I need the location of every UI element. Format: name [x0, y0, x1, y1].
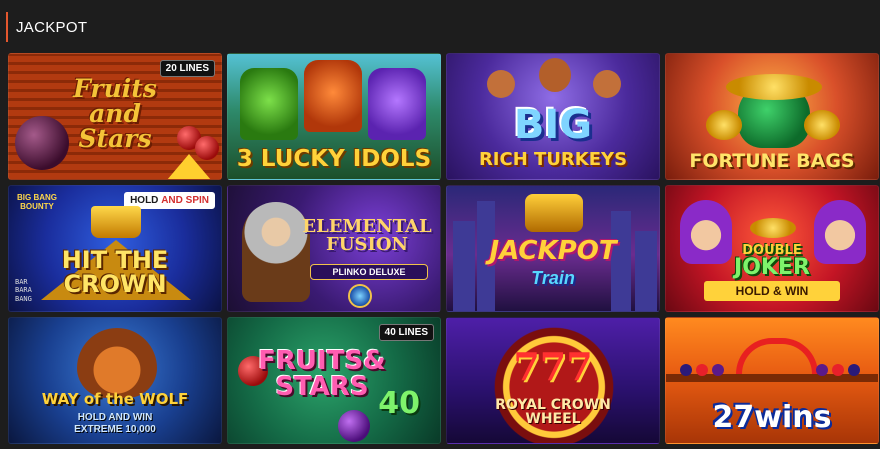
fruit-art: [848, 364, 860, 376]
game-title: RICH TURKEYS: [478, 149, 628, 170]
game-title: FORTUNE BAGS: [689, 150, 855, 172]
fruit-art: [680, 364, 692, 376]
game-subtitle: Train: [531, 268, 575, 288]
wolf-art: [77, 328, 157, 398]
game-title: HIT THE CROWN: [61, 246, 169, 298]
game-title: WAY of the WOLF: [41, 390, 189, 408]
building-art: [453, 221, 475, 311]
game-tile-way-of-the-wolf[interactable]: WAY of the WOLF HOLD AND WIN EXTREME 10,…: [8, 317, 222, 444]
game-tile-fruits-and-stars[interactable]: 20 LINES Fruits and Stars: [8, 53, 222, 180]
sevens-art: 777: [513, 344, 593, 389]
coins-art: [726, 74, 822, 100]
fruit-art: [816, 364, 828, 376]
coins-art: [750, 218, 796, 238]
game-title: JACKPOT: [489, 236, 617, 266]
fruit-art: [696, 364, 708, 376]
plinko-deluxe-label: PLINKO DELUXE: [310, 264, 428, 280]
fruit-art: [832, 364, 844, 376]
game-tile-3-lucky-idols[interactable]: 3 LUCKY IDOLS: [227, 53, 441, 180]
orange-idol-art: [304, 60, 362, 132]
game-tile-fortune-bags[interactable]: FORTUNE BAGS: [665, 53, 879, 180]
game-tile-double-joker[interactable]: DOUBLE JOKER HOLD & WIN: [665, 185, 879, 312]
game-tile-fruits-and-stars-40[interactable]: 40 LINES FRUITS& STARS 40: [227, 317, 441, 444]
bar-bang-logo: BAR BARA BANG: [15, 277, 32, 303]
star-art: [167, 154, 211, 179]
purple-idol-art: [368, 68, 426, 140]
game-title-number: 40: [378, 386, 420, 421]
game-title: ROYAL CROWN WHEEL: [495, 397, 611, 427]
lines-badge: 20 LINES: [159, 60, 215, 77]
game-tile-royal-crown-wheel[interactable]: 777 ROYAL CROWN WHEEL: [446, 317, 660, 444]
green-idol-art: [240, 68, 298, 140]
game-tile-elemental-fusion[interactable]: ELEMENTAL FUSION PLINKO DELUXE: [227, 185, 441, 312]
game-subtitle: HOLD AND WIN EXTREME 10,000: [74, 412, 156, 435]
section-header: JACKPOT: [6, 12, 87, 42]
game-title: 27wins: [712, 400, 832, 435]
game-tile-hit-the-crown[interactable]: HOLD AND SPIN BIG BANG BOUNTY HIT THE CR…: [8, 185, 222, 312]
grape-art: [338, 410, 370, 442]
game-title: 3 LUCKY IDOLS: [236, 146, 432, 172]
game-title-big: BIG: [513, 102, 593, 148]
coins-art: [804, 110, 840, 140]
fruit-art: [712, 364, 724, 376]
train-art: [525, 194, 583, 232]
game-tile-big-rich-turkeys[interactable]: BIG RICH TURKEYS: [446, 53, 660, 180]
coins-art: [706, 110, 742, 140]
game-tile-27-wins[interactable]: 27wins: [665, 317, 879, 444]
lines-badge: 40 LINES: [378, 324, 434, 341]
section-title: JACKPOT: [16, 18, 88, 36]
game-tile-jackpot-train[interactable]: JACKPOT Train: [446, 185, 660, 312]
gem-art: [348, 284, 372, 308]
turkey-art: [539, 58, 571, 92]
game-title: Fruits and Stars: [73, 74, 157, 153]
game-title: ELEMENTAL FUSION: [302, 216, 432, 255]
turkey-art: [593, 70, 621, 98]
game-grid: 20 LINES Fruits and Stars 3 LUCKY IDOLS …: [8, 53, 879, 444]
game-title: DOUBLE JOKER: [734, 243, 810, 280]
shelf-art: [666, 374, 878, 382]
crown-art: [91, 206, 141, 238]
turkey-art: [487, 70, 515, 98]
big-bang-bounty-logo: BIG BANG BOUNTY: [17, 193, 57, 211]
section-accent-bar: [6, 12, 8, 42]
hold-and-win-label: HOLD & WIN: [704, 281, 840, 301]
